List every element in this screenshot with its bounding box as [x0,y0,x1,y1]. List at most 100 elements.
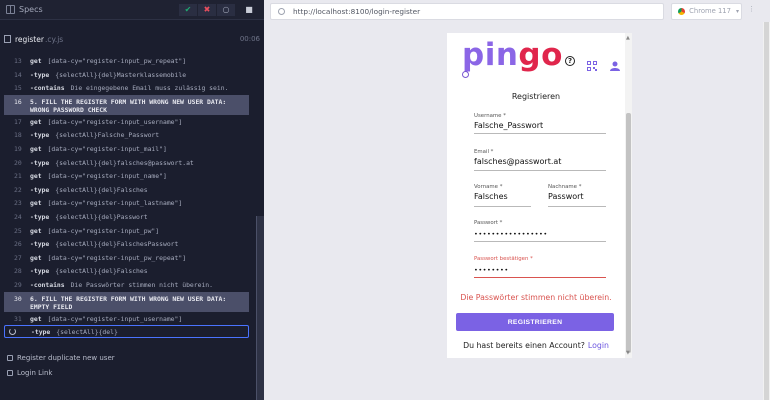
command-row[interactable]: 28 -type {selectAll}{del}Falsches [4,264,249,278]
command-row[interactable]: 21 get [data-cy="register-input_name"] [4,169,249,183]
specs-label[interactable]: Specs [19,5,43,14]
password-value: ••••••••••••••••• [474,230,548,238]
command-log-panel: Specs ✔ ✖ ○ ■ register .cy.js 00:06 13 ge… [0,0,264,400]
command-row[interactable]: 14 -type {selectAll}{del}Masterklassemobil… [4,68,249,82]
test-register-duplicate[interactable]: Register duplicate new user [7,354,115,362]
command-name: -contains [30,280,65,289]
running-command-row[interactable]: -type {selectAll}{del} [4,325,249,339]
user-icon[interactable] [610,56,620,71]
username-value: Falsche_Passwort [474,121,544,130]
login-prompt-text: Du hast bereits einen Account? [463,341,585,350]
command-name: -contains [30,84,65,93]
map-pin-icon [462,71,469,78]
qr-code-icon[interactable] [587,56,597,71]
password-repeat-label: Passwort bestätigen * [474,256,533,262]
command-arg: {selectAll}Falsche_Passwort [55,131,160,140]
passed-count-icon: ✔ [179,3,197,16]
specs-sidebar-icon[interactable] [6,5,15,14]
command-row[interactable]: 13 get [data-cy="register-input_pw_repeat"… [4,54,249,68]
help-icon[interactable]: ? [565,56,575,66]
command-row[interactable]: 15 -contains Die eingegebene Email muss zu… [4,81,249,95]
command-row[interactable]: 24 -type {selectAll}{del}Passwort [4,210,249,224]
command-row[interactable]: 23 get [data-cy="register-input_lastname"] [4,196,249,210]
command-name: -type [30,70,50,79]
command-name: get [30,314,42,323]
app-scrollbar[interactable]: ▲ ▼ [625,33,632,358]
error-message: Die Passwörter stimmen nicht überein. [460,293,612,302]
command-arg: Die eingegebene Email muss zulässig sein… [70,84,229,93]
line-number: 20 [14,158,22,167]
lastname-field[interactable]: Nachname * Passwort [548,184,606,207]
url-text: http://localhost:8100/login-register [293,6,421,16]
firstname-field[interactable]: Vorname * Falsches [474,184,531,207]
command-name: get [30,172,42,181]
password-repeat-field[interactable]: Passwort bestätigen * •••••••• [474,256,606,278]
line-number: 23 [14,199,22,208]
command-row[interactable]: 25 get [data-cy="register-input_pw"] [4,224,249,238]
test-login-link[interactable]: Login Link [7,369,52,377]
browser-name: Chrome 117 [689,7,731,15]
suite-name: register [15,34,44,44]
command-row[interactable]: 20 -type {selectAll}{del}falsches@passwort… [4,156,249,170]
scrollbar-thumb[interactable] [764,22,769,400]
firstname-value: Falsches [474,192,508,201]
register-button[interactable]: REGISTRIEREN [456,313,614,331]
command-name: get [30,253,42,262]
email-value: falsches@passwort.at [474,157,562,166]
scrollbar-thumb[interactable] [626,113,631,353]
command-row[interactable]: 31 get [data-cy="register-input_username"] [4,312,249,326]
command-row[interactable]: 18 -type {selectAll}Falsche_Passwort [4,128,249,142]
command-name: -type [30,158,50,167]
preview-scrollbar[interactable] [763,22,770,400]
suite-header[interactable]: register .cy.js 00:06 [0,32,264,46]
command-row[interactable]: 29 -contains Die Passwörter stimmen nicht … [4,278,249,292]
test-status-group: ✔ ✖ ○ ■ [178,3,258,16]
lastname-value: Passwort [548,192,584,201]
email-field[interactable]: Email * falsches@passwort.at [474,149,606,171]
globe-icon [278,7,285,15]
failed-count-icon: ✖ [198,3,216,16]
scroll-up-icon[interactable]: ▲ [626,35,630,41]
line-number: 21 [14,172,22,181]
command-name: get [30,144,42,153]
command-arg: [data-cy="register-input_mail"] [47,144,167,153]
chevron-down-icon: ▾ [735,7,739,15]
line-number: 17 [14,117,22,126]
specs-bar: Specs ✔ ✖ ○ ■ [0,0,264,20]
command-name: get [30,226,42,235]
command-row[interactable]: 27 get [data-cy="register-input_pw_repeat"… [4,251,249,265]
line-number: 30 [14,294,22,303]
command-row[interactable]: 22 -type {selectAll}{del}Falsches [4,183,249,197]
file-icon [4,35,11,43]
scroll-down-icon[interactable]: ▼ [626,350,630,356]
stop-button[interactable]: ■ [240,4,258,16]
step-header-row[interactable]: 16 5. FILL THE REGISTER FORM WITH WRONG N… [4,94,249,115]
panel-resize-handle[interactable] [256,216,264,400]
line-number: 19 [14,144,22,153]
command-name: -type [30,212,50,221]
command-name: -type [30,267,50,276]
line-number: 13 [14,57,22,65]
command-list: 13 get [data-cy="register-input_pw_repeat"… [4,54,249,339]
command-row[interactable]: 17 get [data-cy="register-input_username"] [4,115,249,129]
command-name: -type [31,328,51,337]
line-number: 24 [14,212,22,221]
username-label: Username * [474,113,506,119]
username-field[interactable]: Username * Falsche_Passwort [474,113,606,134]
command-name: -type [30,185,50,194]
firstname-label: Vorname * [474,184,503,190]
form-title: Registrieren [511,92,561,101]
line-number: 18 [14,131,22,140]
line-number: 31 [14,314,22,323]
command-row[interactable]: 19 get [data-cy="register-input_mail"] [4,142,249,156]
viewport-info-icon[interactable]: ⋮ [748,5,760,17]
password-field[interactable]: Passwort * ••••••••••••••••• [474,220,606,242]
command-arg: [data-cy="register-input_name"] [47,172,167,181]
command-arg: {selectAll}{del}FalschesPasswort [55,240,179,249]
url-field[interactable]: http://localhost:8100/login-register [270,2,665,20]
login-link[interactable]: Login [588,341,609,350]
step-header-row[interactable]: 30 6. FILL THE REGISTER FORM WITH WRONG N… [4,291,249,312]
line-number: 25 [14,226,22,235]
browser-selector[interactable]: Chrome 117 ▾ [671,2,743,20]
command-row[interactable]: 26 -type {selectAll}{del}FalschesPasswort [4,237,249,251]
